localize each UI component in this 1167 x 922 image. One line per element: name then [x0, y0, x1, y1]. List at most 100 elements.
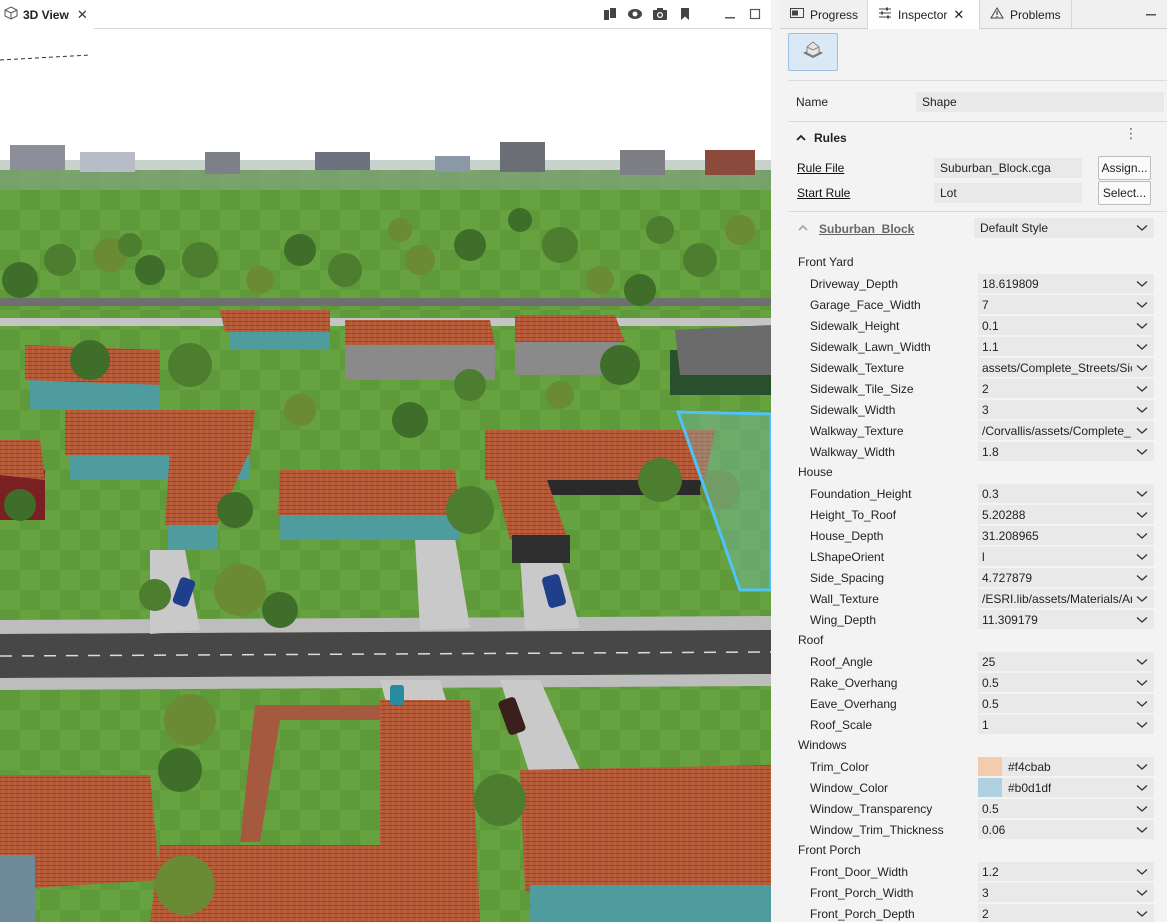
maximize-icon[interactable]: [747, 6, 763, 22]
tab-3d-view[interactable]: 3D View ✕: [0, 0, 94, 30]
attribute-value-dropdown[interactable]: 0.5: [978, 799, 1154, 818]
attribute-value-dropdown[interactable]: 1.8: [978, 442, 1154, 461]
group-header[interactable]: House: [788, 462, 1167, 483]
attribute-row: Wall_Texture/ESRI.lib/assets/Materials/A…: [788, 588, 1167, 609]
attribute-label: Garage_Face_Width: [810, 298, 921, 312]
rule-file-link[interactable]: Rule File: [797, 161, 844, 175]
tab-problems[interactable]: Problems: [980, 0, 1072, 29]
rule-name-link[interactable]: Suburban_Block: [819, 222, 914, 236]
camera-icon[interactable]: [652, 6, 668, 22]
rules-header[interactable]: Rules: [788, 128, 847, 148]
tree: [44, 244, 76, 276]
attribute-value-dropdown[interactable]: 3: [978, 883, 1154, 902]
chevron-down-icon: [1136, 676, 1148, 690]
style-dropdown[interactable]: Default Style: [974, 218, 1154, 238]
attribute-value-dropdown[interactable]: /ESRI.lib/assets/Materials/Ar: [978, 589, 1154, 608]
attribute-label: Front_Porch_Width: [810, 886, 914, 900]
name-label: Name: [796, 95, 829, 109]
attribute-row: Sidewalk_Height 0.1: [788, 315, 1167, 336]
attribute-row: Window_Color #b0d1df: [788, 777, 1167, 798]
tab-inspector[interactable]: Inspector ✕: [868, 0, 980, 29]
eye-icon[interactable]: [627, 6, 643, 22]
group-header[interactable]: Roof: [788, 630, 1167, 651]
tree: [586, 266, 614, 294]
assign-button[interactable]: Assign...: [1098, 156, 1151, 180]
attribute-label: House_Depth: [810, 529, 884, 543]
attribute-value-dropdown[interactable]: 1.1: [978, 337, 1154, 356]
group-header[interactable]: Front Yard: [788, 252, 1167, 273]
attribute-label: Sidewalk_Lawn_Width: [810, 340, 931, 354]
tree: [600, 345, 640, 385]
attribute-row: Window_Trim_Thickness 0.06: [788, 819, 1167, 840]
rule-file-row: Rule File Suburban_Block.cga Assign...: [788, 156, 1167, 180]
attribute-row: Sidewalk_Width 3: [788, 399, 1167, 420]
attribute-value-dropdown[interactable]: 0.1: [978, 316, 1154, 335]
minimize-icon[interactable]: [1145, 5, 1157, 20]
chevron-up-icon: [796, 131, 806, 145]
tab-progress[interactable]: Progress: [780, 0, 868, 29]
attribute-value-dropdown[interactable]: 1.2: [978, 862, 1154, 881]
tree: [683, 243, 717, 277]
attribute-label: Driveway_Depth: [810, 277, 899, 291]
layers-icon[interactable]: [602, 6, 618, 22]
attribute-label: Window_Trim_Thickness: [810, 823, 944, 837]
minimize-icon[interactable]: [722, 6, 738, 22]
attribute-value-dropdown[interactable]: /Corvallis/assets/Complete_: [978, 421, 1154, 440]
more-options-icon[interactable]: ⋮: [1124, 126, 1138, 140]
attribute-value: 3: [982, 403, 989, 417]
start-rule-link[interactable]: Start Rule: [797, 186, 850, 200]
bookmark-icon[interactable]: [677, 6, 693, 22]
attribute-value-dropdown[interactable]: 1: [978, 715, 1154, 734]
attribute-value: 11.309179: [982, 613, 1038, 627]
attribute-row: Eave_Overhang 0.5: [788, 693, 1167, 714]
attribute-value-dropdown[interactable]: 25: [978, 652, 1154, 671]
attribute-value: 1.1: [982, 340, 999, 354]
group-header[interactable]: Front Porch: [788, 840, 1167, 861]
start-rule-field[interactable]: Lot: [934, 183, 1082, 203]
tree: [246, 266, 274, 294]
attribute-value-dropdown[interactable]: 0.5: [978, 673, 1154, 692]
tree: [262, 592, 298, 628]
attribute-value-dropdown[interactable]: 0.06: [978, 820, 1154, 839]
tree: [446, 486, 494, 534]
color-swatch[interactable]: [978, 757, 1002, 776]
3d-viewport[interactable]: [0, 30, 771, 922]
tree: [454, 369, 486, 401]
attribute-value-dropdown[interactable]: 18.619809: [978, 274, 1154, 293]
style-row: Suburban_Block Default Style: [788, 218, 1167, 240]
attribute-value-dropdown[interactable]: 11.309179: [978, 610, 1154, 629]
attribute-row: LShapeOrient l: [788, 546, 1167, 567]
attribute-value-dropdown[interactable]: 7: [978, 295, 1154, 314]
attribute-value: 4.727879: [982, 571, 1033, 585]
color-swatch[interactable]: [978, 778, 1002, 797]
attribute-value-dropdown[interactable]: 0.5: [978, 694, 1154, 713]
color-field[interactable]: #f4cbab: [978, 757, 1154, 776]
attribute-row: Wing_Depth 11.309179: [788, 609, 1167, 630]
attribute-row: Trim_Color #f4cbab: [788, 756, 1167, 777]
attribute-value-dropdown[interactable]: 3: [978, 400, 1154, 419]
close-icon[interactable]: ✕: [77, 7, 88, 23]
attribute-value: 3: [982, 886, 989, 900]
attribute-value-dropdown[interactable]: assets/Complete_Streets/Sic: [978, 358, 1154, 377]
group-header[interactable]: Windows: [788, 735, 1167, 756]
chevron-down-icon: [1136, 550, 1148, 564]
attribute-value-dropdown[interactable]: 2: [978, 904, 1154, 922]
attribute-value-dropdown[interactable]: 0.3: [978, 484, 1154, 503]
attribute-value-dropdown[interactable]: l: [978, 547, 1154, 566]
attribute-row: Sidewalk_Tile_Size 2: [788, 378, 1167, 399]
attribute-value: 1: [982, 718, 989, 732]
select-button[interactable]: Select...: [1098, 181, 1151, 205]
attribute-value-dropdown[interactable]: 31.208965: [978, 526, 1154, 545]
color-field[interactable]: #b0d1df: [978, 778, 1154, 797]
shape-type-button[interactable]: [788, 33, 838, 71]
attribute-list: Front Yard Driveway_Depth 18.619809 Garage_…: [788, 252, 1167, 922]
attribute-value-dropdown[interactable]: 5.20288: [978, 505, 1154, 524]
chevron-up-icon[interactable]: [798, 221, 808, 235]
attribute-value: 0.06: [982, 823, 1006, 837]
attribute-value-dropdown[interactable]: 2: [978, 379, 1154, 398]
close-icon[interactable]: ✕: [953, 7, 964, 23]
attribute-value-dropdown[interactable]: 4.727879: [978, 568, 1154, 587]
name-field[interactable]: Shape: [916, 92, 1164, 112]
attribute-value: 0.5: [982, 676, 999, 690]
rule-file-field[interactable]: Suburban_Block.cga: [934, 158, 1082, 178]
